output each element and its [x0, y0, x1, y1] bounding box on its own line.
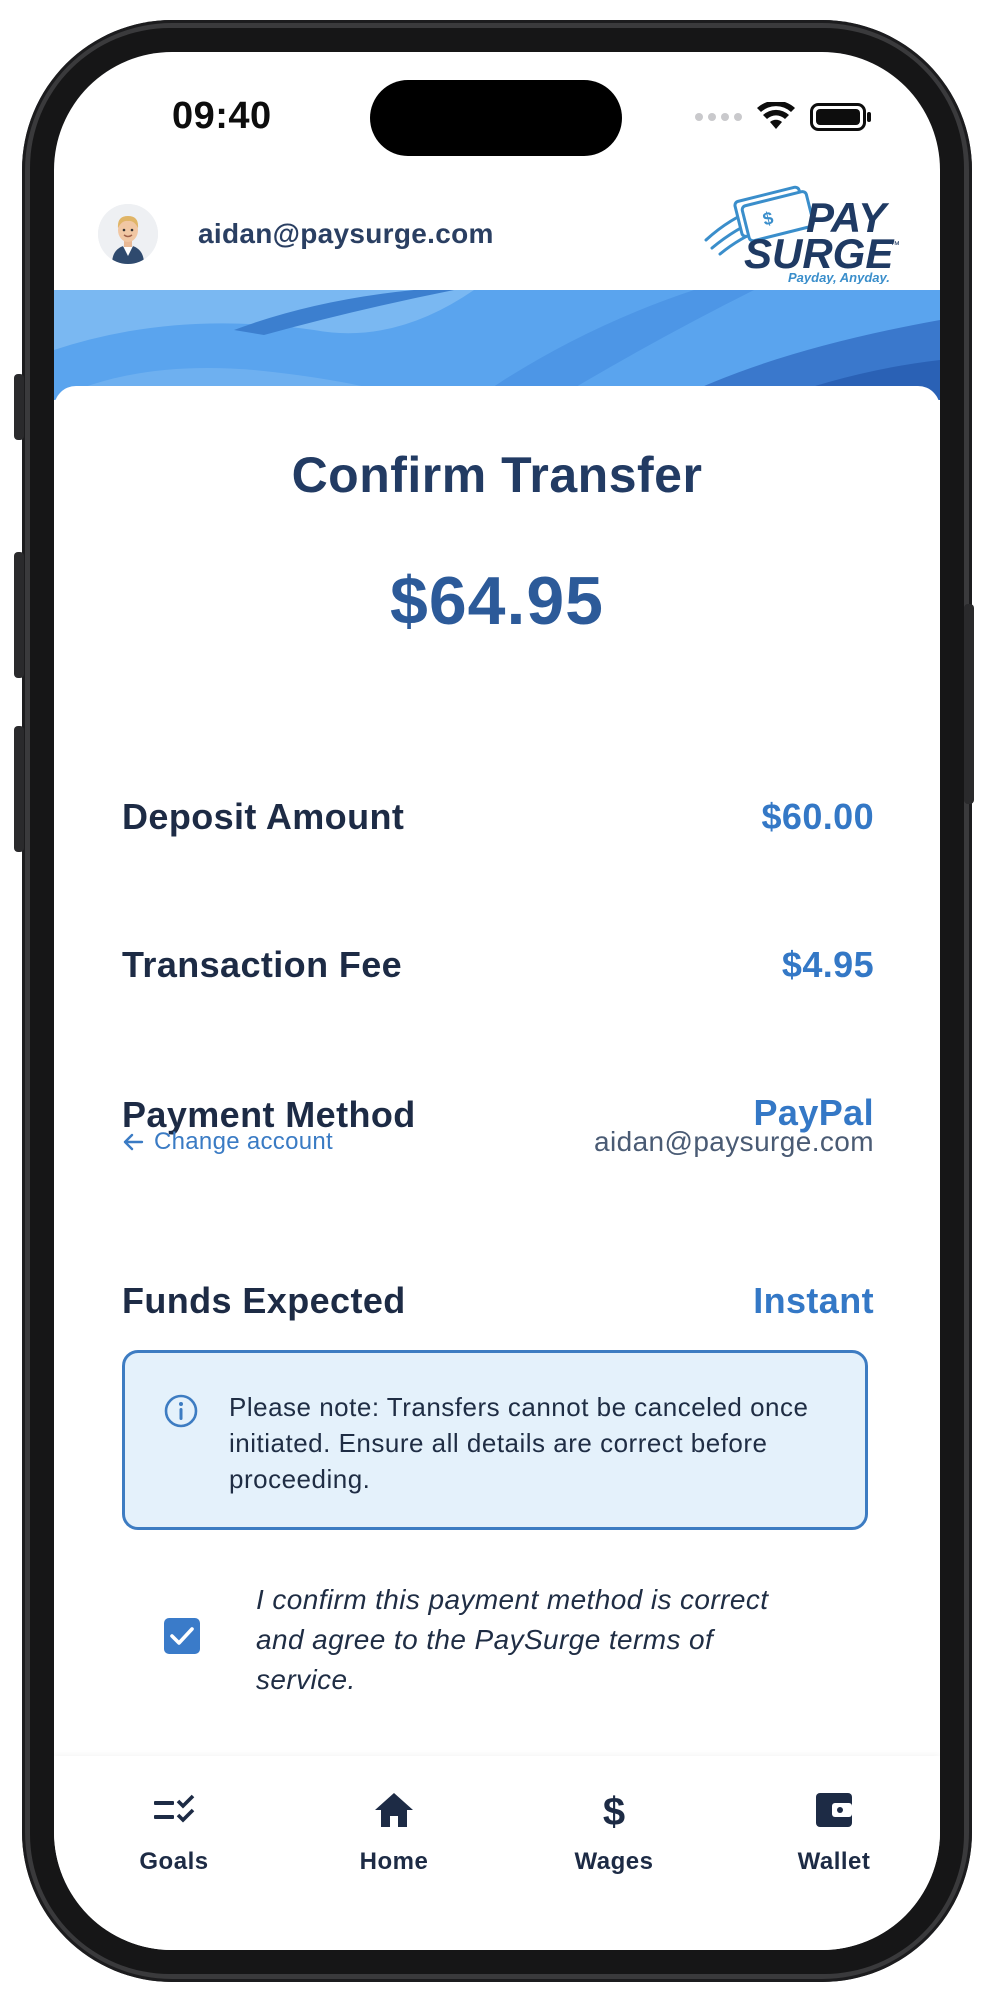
- volume-down-button: [14, 726, 24, 852]
- wave-banner: [54, 290, 940, 400]
- avatar-illustration: [98, 204, 158, 264]
- deposit-amount-label: Deposit Amount: [122, 796, 405, 837]
- change-account-link[interactable]: Change account: [122, 1128, 333, 1156]
- svg-text:$: $: [603, 1790, 625, 1831]
- confirm-terms-text[interactable]: I confirm this payment method is correct…: [256, 1580, 816, 1700]
- transaction-fee-label: Transaction Fee: [122, 944, 403, 985]
- battery-icon: [810, 103, 871, 131]
- notice-text: Please note: Transfers cannot be cancele…: [229, 1392, 809, 1494]
- signal-icon: [695, 113, 742, 121]
- deposit-amount-value: $60.00: [761, 796, 874, 837]
- payment-account-email: aidan@paysurge.com: [594, 1126, 874, 1157]
- confirm-checkbox[interactable]: [164, 1618, 200, 1654]
- bottom-nav: Goals Home $ Wages Wallet: [54, 1756, 940, 1950]
- wallet-icon: [816, 1793, 852, 1827]
- action-button: [14, 374, 24, 440]
- avatar[interactable]: [98, 204, 158, 264]
- funds-expected-label: Funds Expected: [122, 1280, 406, 1321]
- checkmark-icon: [170, 1627, 194, 1645]
- change-account-label: Change account: [154, 1128, 333, 1155]
- volume-up-button: [14, 552, 24, 678]
- logo-tm: ™: [890, 240, 900, 251]
- logo-tagline: Payday, Anyday.: [788, 270, 890, 284]
- nav-goals[interactable]: Goals: [84, 1784, 264, 1876]
- nav-wages-label: Wages: [574, 1848, 654, 1875]
- info-icon: [164, 1394, 198, 1428]
- nav-wallet[interactable]: Wallet: [744, 1784, 924, 1876]
- power-button: [964, 604, 974, 804]
- confirm-transfer-card: Confirm Transfer $64.95 Deposit Amount $…: [54, 386, 940, 1806]
- nav-wallet-label: Wallet: [797, 1848, 871, 1875]
- header-email: aidan@paysurge.com: [198, 218, 494, 249]
- wifi-icon: [757, 102, 795, 129]
- page-title: Confirm Transfer: [291, 447, 703, 503]
- status-time: 09:40: [172, 95, 272, 137]
- nav-home-label: Home: [359, 1848, 429, 1875]
- transaction-fee-value: $4.95: [781, 944, 874, 985]
- arrow-left-icon: [123, 1133, 144, 1151]
- total-amount: $64.95: [390, 563, 604, 639]
- app-screen: 09:40 aidan@paysurge.com $ PAY SURGE ™ P…: [54, 52, 940, 1950]
- funds-expected-value: Instant: [753, 1280, 874, 1321]
- paysurge-logo: $ PAY SURGE ™ Payday, Anyday.: [704, 185, 900, 284]
- goals-checklist-icon: [154, 1794, 195, 1823]
- nav-goals-label: Goals: [139, 1848, 209, 1875]
- dollar-icon: $: [603, 1790, 625, 1831]
- dynamic-island: [370, 80, 622, 156]
- nav-wages[interactable]: $ Wages: [524, 1784, 704, 1876]
- nav-home[interactable]: Home: [304, 1784, 484, 1876]
- home-icon: [375, 1793, 413, 1827]
- notice-box: Please note: Transfers cannot be cancele…: [122, 1350, 868, 1530]
- status-indicators: [695, 102, 872, 132]
